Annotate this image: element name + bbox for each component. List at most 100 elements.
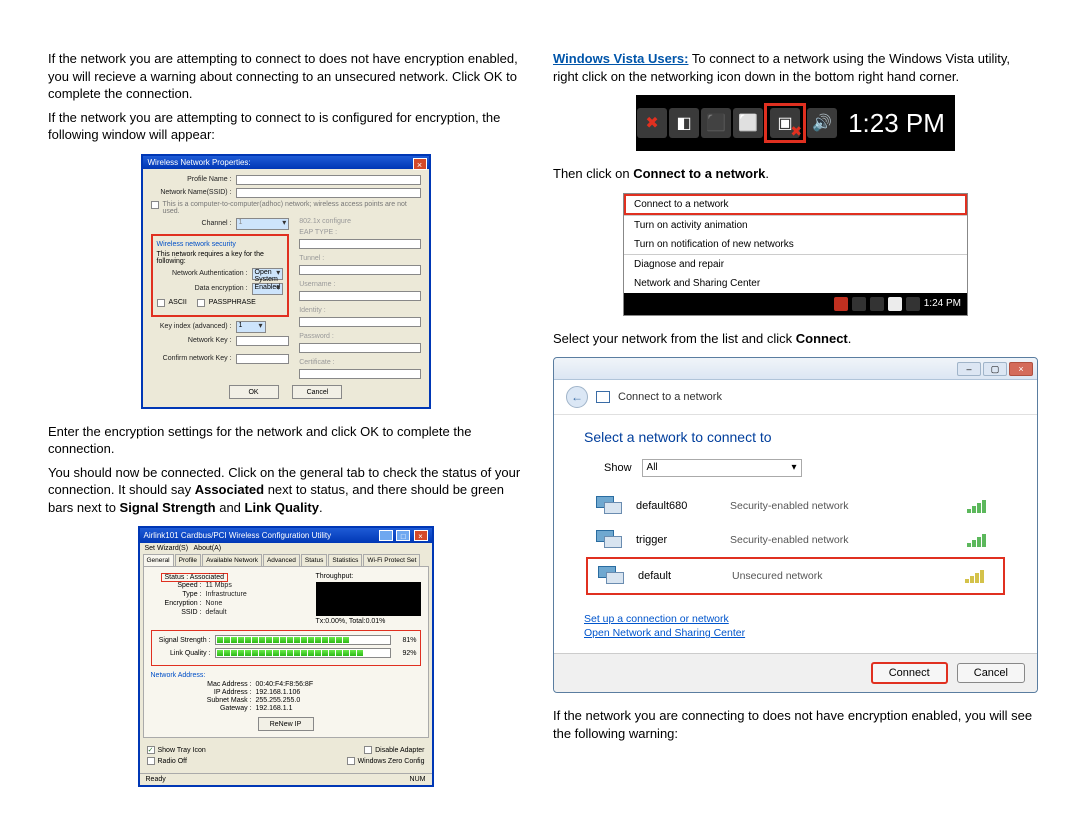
zero-config-checkbox[interactable] bbox=[347, 757, 355, 765]
channel-label: Channel : bbox=[151, 220, 236, 227]
back-icon[interactable]: ← bbox=[566, 386, 588, 408]
close-icon[interactable]: × bbox=[414, 530, 428, 541]
cancel-button[interactable]: Cancel bbox=[292, 385, 342, 399]
ssid-label: Network Name(SSID) : bbox=[151, 189, 236, 196]
show-select[interactable]: All bbox=[642, 459, 802, 477]
radio-off-checkbox[interactable] bbox=[147, 757, 155, 765]
connect-button[interactable]: Connect bbox=[871, 662, 948, 684]
menu-sharing-center[interactable]: Network and Sharing Center bbox=[624, 274, 967, 293]
renew-ip-button[interactable]: ReNew IP bbox=[258, 717, 314, 731]
tray-icon-2[interactable]: ⬛ bbox=[701, 108, 731, 138]
eaptype-label: EAP TYPE : bbox=[299, 229, 337, 236]
adhoc-label: This is a computer-to-computer(adhoc) ne… bbox=[163, 201, 421, 215]
subnet-value: 255.255.255.0 bbox=[256, 697, 301, 704]
tab-status[interactable]: Status bbox=[301, 554, 327, 566]
mac-label: Mac Address : bbox=[151, 681, 256, 688]
close-icon[interactable]: × bbox=[1009, 362, 1033, 376]
auth-select[interactable]: Open System bbox=[252, 268, 284, 280]
cancel-button[interactable]: Cancel bbox=[957, 663, 1025, 683]
netkey-input[interactable] bbox=[236, 336, 290, 346]
cert-input[interactable] bbox=[299, 369, 420, 379]
username-input[interactable] bbox=[299, 291, 420, 301]
tray-icon-3[interactable]: ⬜ bbox=[733, 108, 763, 138]
tab-profile[interactable]: Profile bbox=[175, 554, 201, 566]
menu-activity-animation[interactable]: Turn on activity animation bbox=[624, 215, 967, 235]
network-icon[interactable]: ▣✖ bbox=[770, 108, 800, 138]
tab-general[interactable]: General bbox=[143, 554, 174, 566]
security-subtitle: This network requires a key for the foll… bbox=[157, 251, 284, 265]
tray-vol-icon[interactable] bbox=[906, 297, 920, 311]
airlink-title: Airlink101 Cardbus/PCI Wireless Configur… bbox=[144, 531, 332, 540]
network-security: Unsecured network bbox=[732, 570, 951, 582]
tray-net-icon[interactable] bbox=[888, 297, 902, 311]
signal-icon bbox=[967, 499, 995, 513]
menu-notification[interactable]: Turn on notification of new networks bbox=[624, 235, 967, 254]
menu-diagnose[interactable]: Diagnose and repair bbox=[624, 254, 967, 274]
minimize-icon[interactable]: – bbox=[957, 362, 981, 376]
adhoc-checkbox[interactable] bbox=[151, 201, 159, 209]
confkey-input[interactable] bbox=[236, 354, 290, 364]
menu-connect-network[interactable]: Connect to a network bbox=[624, 194, 967, 215]
dialog-title: Wireless Network Properties: × bbox=[143, 156, 429, 169]
menu-setwizard[interactable]: Set Wizard(S) bbox=[145, 545, 189, 552]
speed-value: 11 Mbps bbox=[206, 582, 232, 589]
network-row[interactable]: trigger Security-enabled network bbox=[586, 523, 1005, 557]
tab-wps[interactable]: Wi-Fi Protect Set bbox=[363, 554, 420, 566]
passphrase-checkbox[interactable] bbox=[197, 299, 205, 307]
volume-icon[interactable]: 🔊 bbox=[807, 108, 837, 138]
show-tray-checkbox[interactable]: ✓ bbox=[147, 746, 155, 754]
ssid-input[interactable] bbox=[236, 188, 421, 198]
tray-x-icon[interactable] bbox=[834, 297, 848, 311]
tray-gen-icon-1[interactable] bbox=[852, 297, 866, 311]
tray-time: 1:23 PM bbox=[838, 108, 955, 139]
disable-adapter-checkbox[interactable] bbox=[364, 746, 372, 754]
security-section-title: Wireless network security bbox=[157, 241, 284, 248]
passphrase-label: PASSPHRASE bbox=[209, 299, 256, 306]
enc-select[interactable]: Enabled bbox=[252, 283, 284, 295]
minimize-icon[interactable]: _ bbox=[379, 530, 393, 541]
tab-statistics[interactable]: Statistics bbox=[328, 554, 362, 566]
eap-title: 802.1x configure bbox=[299, 218, 420, 225]
maximize-icon[interactable]: □ bbox=[396, 530, 410, 541]
show-label: Show bbox=[604, 462, 632, 474]
tunnel-label: Tunnel : bbox=[299, 255, 324, 262]
cert-label: Certificate : bbox=[299, 359, 334, 366]
link-sharing-center[interactable]: Open Network and Sharing Center bbox=[584, 627, 1007, 639]
ssid-label: SSID : bbox=[151, 609, 206, 616]
left-column: If the network you are attempting to con… bbox=[48, 50, 523, 801]
link-setup-connection[interactable]: Set up a connection or network bbox=[584, 613, 1007, 625]
tunnel-input[interactable] bbox=[299, 265, 420, 275]
network-row[interactable]: default680 Security-enabled network bbox=[586, 489, 1005, 523]
left-para-3: Enter the encryption settings for the ne… bbox=[48, 423, 523, 458]
password-input[interactable] bbox=[299, 343, 420, 353]
channel-select[interactable]: 1 bbox=[236, 218, 290, 230]
network-name: trigger bbox=[636, 534, 716, 546]
profile-label: Profile Name : bbox=[151, 176, 236, 183]
encryption-label: Encryption : bbox=[151, 600, 206, 607]
left-para-4: You should now be connected. Click on th… bbox=[48, 464, 523, 517]
shield-x-icon[interactable]: ✖ bbox=[637, 108, 667, 138]
profile-input[interactable] bbox=[236, 175, 421, 185]
identity-input[interactable] bbox=[299, 317, 420, 327]
tab-available[interactable]: Available Network bbox=[202, 554, 262, 566]
close-icon[interactable]: × bbox=[413, 158, 427, 170]
keyidx-select[interactable]: 1 bbox=[236, 321, 266, 333]
maximize-icon[interactable]: ▢ bbox=[983, 362, 1007, 376]
network-row-selected[interactable]: default Unsecured network bbox=[586, 557, 1005, 595]
network-name: default bbox=[638, 570, 718, 582]
menu-about[interactable]: About(A) bbox=[194, 545, 222, 552]
ascii-checkbox[interactable] bbox=[157, 299, 165, 307]
ok-button[interactable]: OK bbox=[229, 385, 279, 399]
eaptype-input[interactable] bbox=[299, 239, 420, 249]
tab-advanced[interactable]: Advanced bbox=[263, 554, 300, 566]
username-label: Username : bbox=[299, 281, 335, 288]
auth-label: Network Authentication : bbox=[157, 270, 252, 277]
tray-icon-1[interactable]: ◧ bbox=[669, 108, 699, 138]
tray-gen-icon-2[interactable] bbox=[870, 297, 884, 311]
gateway-label: Gateway : bbox=[151, 705, 256, 712]
link-quality-bar bbox=[215, 648, 391, 658]
network-context-menu: Connect to a network Turn on activity an… bbox=[623, 193, 968, 316]
vista-systray: ✖ ◧ ⬛ ⬜ ▣✖ 🔊 1:23 PM bbox=[636, 95, 955, 151]
encryption-value: None bbox=[206, 600, 223, 607]
network-name: default680 bbox=[636, 500, 716, 512]
